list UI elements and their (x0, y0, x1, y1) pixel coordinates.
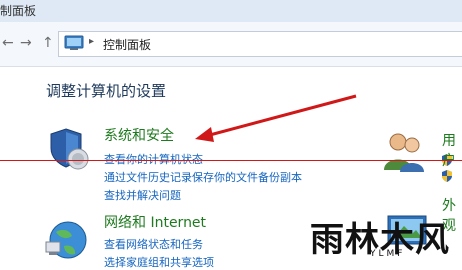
watermark-subtext: YLMF (370, 249, 406, 259)
watermark: 雨林木风 YLMF (306, 212, 462, 269)
